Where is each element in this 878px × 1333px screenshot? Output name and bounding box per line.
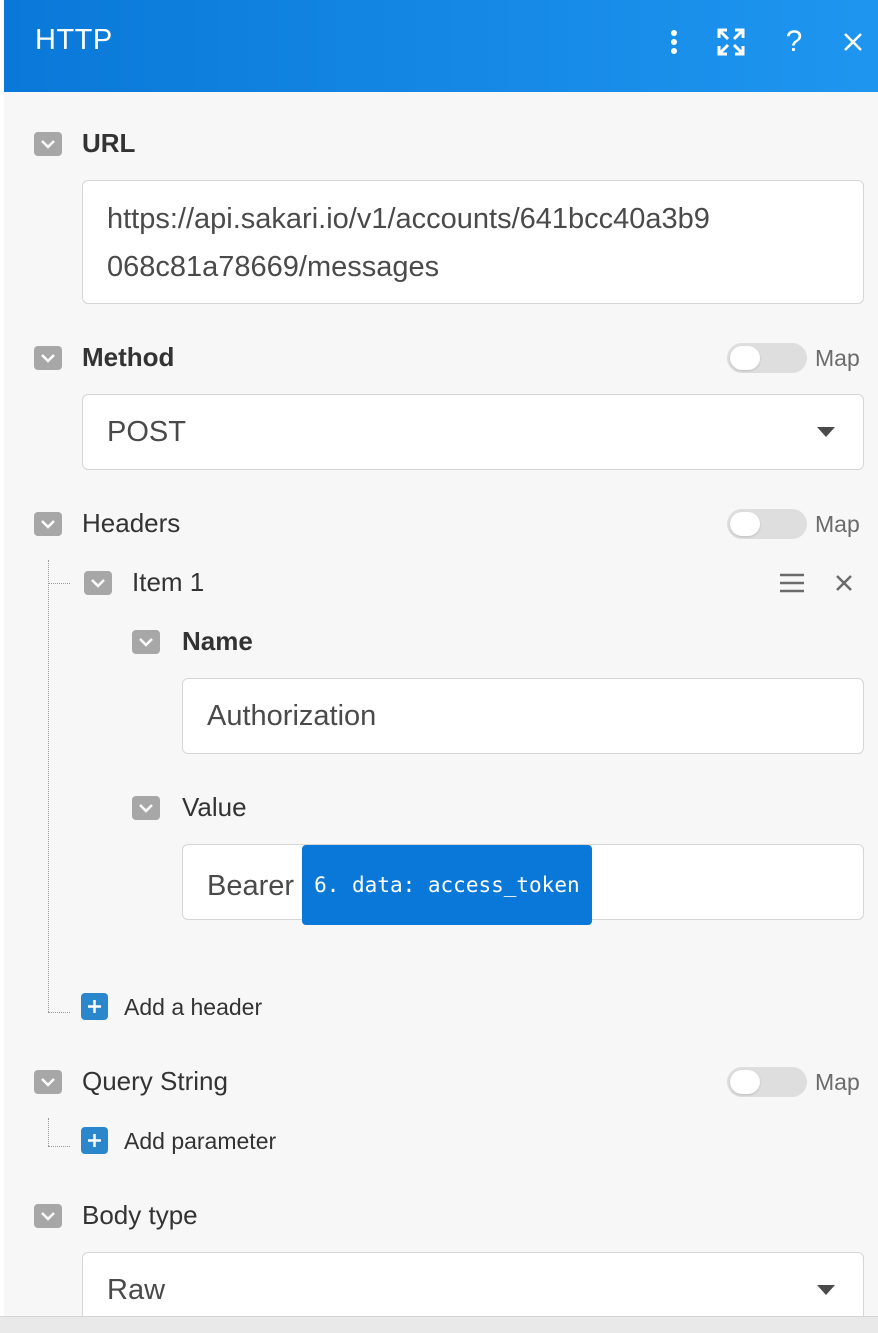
panel-title: HTTP [35,24,113,56]
toggle-knob [730,1070,760,1094]
header-value-text: Bearer [207,870,295,902]
method-select[interactable]: POST [82,394,864,470]
headers-label: Headers [82,508,181,538]
query-string-map-toggle[interactable] [727,1067,807,1097]
toggle-knob [730,512,760,536]
chevron-down-icon[interactable] [34,1204,62,1228]
method-label: Method [82,342,175,372]
header-name-input[interactable]: Authorization [182,678,864,754]
chevron-down-icon[interactable] [132,796,160,820]
add-parameter-label[interactable]: Add parameter [124,1128,276,1155]
item-label: Item 1 [132,567,205,597]
remove-item-icon[interactable] [835,574,853,592]
horizontal-scrollbar[interactable] [0,1316,878,1333]
tree-line [48,560,49,1012]
chevron-down-icon[interactable] [34,346,62,370]
headers-map-label: Map [815,511,860,537]
chevron-down-icon[interactable] [34,1070,62,1094]
method-map-label: Map [815,345,860,371]
header-name-label: Name [182,626,253,656]
drag-handle-icon[interactable] [779,572,805,594]
mapped-token-pill[interactable]: 6. data: access_token [302,845,592,925]
header-name-value: Authorization [207,700,377,732]
add-parameter-button[interactable] [81,1127,108,1154]
help-icon[interactable]: ? [779,25,809,58]
dropdown-caret-icon [817,1285,835,1295]
method-value: POST [107,416,186,448]
tree-line [48,1118,49,1146]
close-icon[interactable] [838,26,868,58]
tree-branch [48,583,70,584]
plus-icon [88,1134,101,1147]
chevron-down-icon[interactable] [132,630,160,654]
method-map-toggle[interactable] [727,343,807,373]
panel-header: HTTP ? [4,0,878,92]
chevron-down-icon[interactable] [34,512,62,536]
tree-branch [48,1146,70,1147]
header-value-input[interactable]: Bearer 6. data: access_token [182,844,864,925]
headers-map-toggle[interactable] [727,509,807,539]
query-string-label: Query String [82,1066,228,1096]
more-vertical-icon[interactable] [659,26,689,58]
body-type-select[interactable]: Raw [82,1252,864,1316]
add-header-label[interactable]: Add a header [124,994,262,1021]
url-value-line1: https://api.sakari.io/v1/accounts/641bcc… [107,203,710,235]
expand-icon[interactable] [716,26,746,58]
body-type-label: Body type [82,1200,198,1230]
add-header-button[interactable] [81,993,108,1020]
tree-branch [48,1012,70,1013]
dropdown-caret-icon [817,427,835,437]
header-value-label: Value [182,792,247,822]
toggle-knob [730,346,760,370]
chevron-down-icon[interactable] [84,571,112,595]
chevron-down-icon[interactable] [34,132,62,156]
http-module-panel: HTTP ? URL https://api.sakari.io/v1/acco… [4,0,878,1316]
plus-icon [88,1000,101,1013]
url-label: URL [82,128,136,158]
body-type-value: Raw [107,1274,166,1306]
url-input[interactable]: https://api.sakari.io/v1/accounts/641bcc… [82,180,864,304]
query-string-map-label: Map [815,1069,860,1095]
url-value-line2: 068c81a78669/messages [107,251,440,283]
